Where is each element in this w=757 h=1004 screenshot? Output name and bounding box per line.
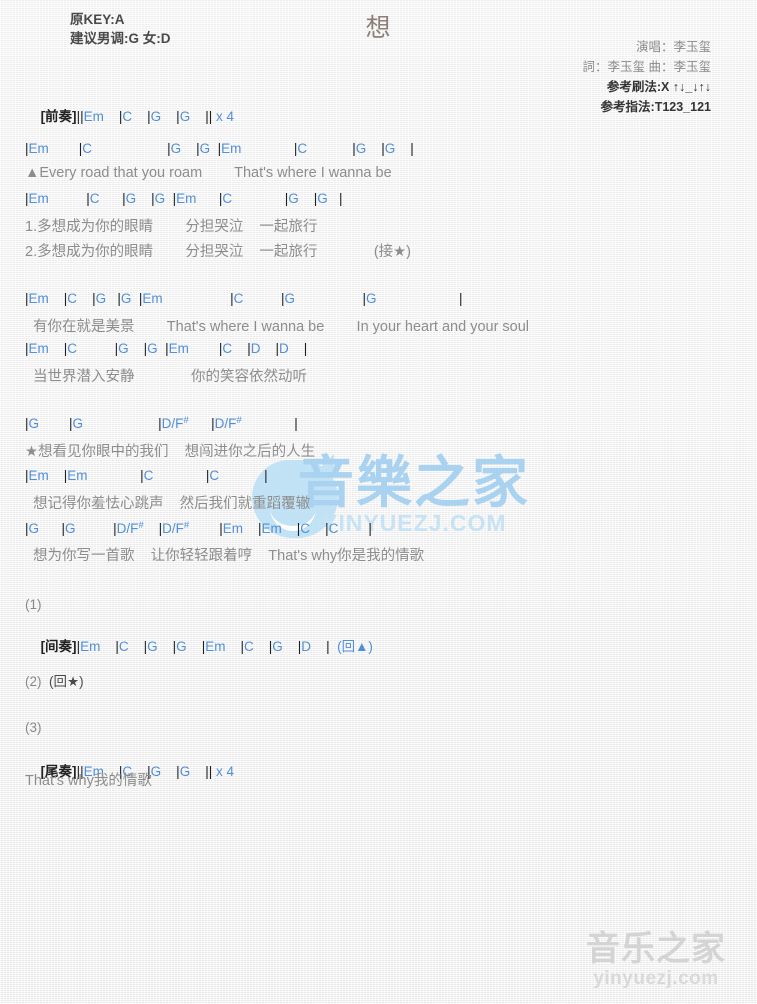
chord-sheet: 想 原KEY:A 建议男调:G 女:D 演唱：李玉玺 詞：李玉玺 曲：李玉玺 参… (0, 0, 757, 1004)
verse1-chord-line-2: |Em |C |G |G |Em |C |G |G | (25, 191, 343, 206)
writer-line: 詞：李玉玺 曲：李玉玺 (582, 59, 711, 74)
verse2-chord-line-2: |Em |C |G |G |Em |C |D |D | (25, 341, 308, 356)
repeat-star-marker: (回★) (49, 674, 84, 689)
section-number-1: (1) (25, 597, 42, 612)
interlude-chords: |Em |C |G |G |Em |C |G |D | (回▲) (76, 639, 373, 654)
suggested-key: 建议男调:G 女:D (70, 31, 171, 46)
intro-line: [前奏]||Em |C |G |G || x 4 (25, 89, 234, 141)
chorus-chord-line-3: |G |G |D/F# |D/F# |Em |Em |C |C | (25, 520, 372, 536)
chorus-chord-line-1: |G |G |D/F# |D/F# | (25, 415, 298, 431)
verse1-lyric-line-3: 2.多想成为你的眼睛 分担哭泣 一起旅行 (接★) (25, 244, 411, 260)
chorus-chord-line-2: |Em |Em |C |C | (25, 468, 268, 483)
key-info: 原KEY:A 建议男调:G 女:D (70, 10, 171, 48)
chorus-lyric-line-3: 想为你写一首歌 让你轻轻跟着哼 That's why你是我的情歌 (25, 548, 425, 564)
credits: 演唱：李玉玺 詞：李玉玺 曲：李玉玺 (583, 38, 711, 77)
singer-line: 演唱：李玉玺 (635, 40, 711, 54)
chorus-lyric-line-2: 想记得你羞怯心跳声 然后我们就重蹈覆辙 (25, 496, 311, 512)
verse2-chord-line-1: |Em |C |G |G |Em |C |G |G | (25, 291, 463, 306)
intro-tag: [前奏] (40, 109, 77, 124)
strum-pattern: 参考刷法:X ↑↓_↓↑↓ (606, 80, 711, 94)
original-key: 原KEY:A (70, 12, 125, 27)
fingering-pattern: 参考指法:T123_121 (600, 99, 711, 114)
chorus-lyric-line-1: ★想看见你眼中的我们 想闯进你之后的人生 (25, 444, 316, 460)
section-2-number: (2) (25, 674, 42, 689)
verse2-lyric-line-2: 当世界潜入安静 你的笑容依然动听 (25, 369, 307, 385)
outro-lyric: That's why我的情歌 (25, 773, 152, 789)
interlude-tag: [间奏] (40, 639, 77, 654)
intro-chords: ||Em |C |G |G || x 4 (76, 109, 234, 124)
interlude-line: [间奏]|Em |C |G |G |Em |C |G |D | (回▲) (25, 619, 373, 671)
verse1-lyric-line-1: ▲Every road that you roam That's where I… (25, 165, 392, 181)
section-number-2: (2) (回★) (25, 670, 84, 690)
verse2-lyric-line-1: 有你在就是美景 That's where I wanna be In your … (25, 319, 530, 335)
verse1-lyric-line-2: 1.多想成为你的眼睛 分担哭泣 一起旅行 (25, 219, 318, 235)
section-number-3: (3) (25, 720, 42, 735)
play-notes: 参考刷法:X ↑↓_↓↑↓ 参考指法:T123_121 (601, 78, 711, 117)
verse1-chord-line-1: |Em |C |G |G |Em |C |G |G | (25, 141, 414, 156)
